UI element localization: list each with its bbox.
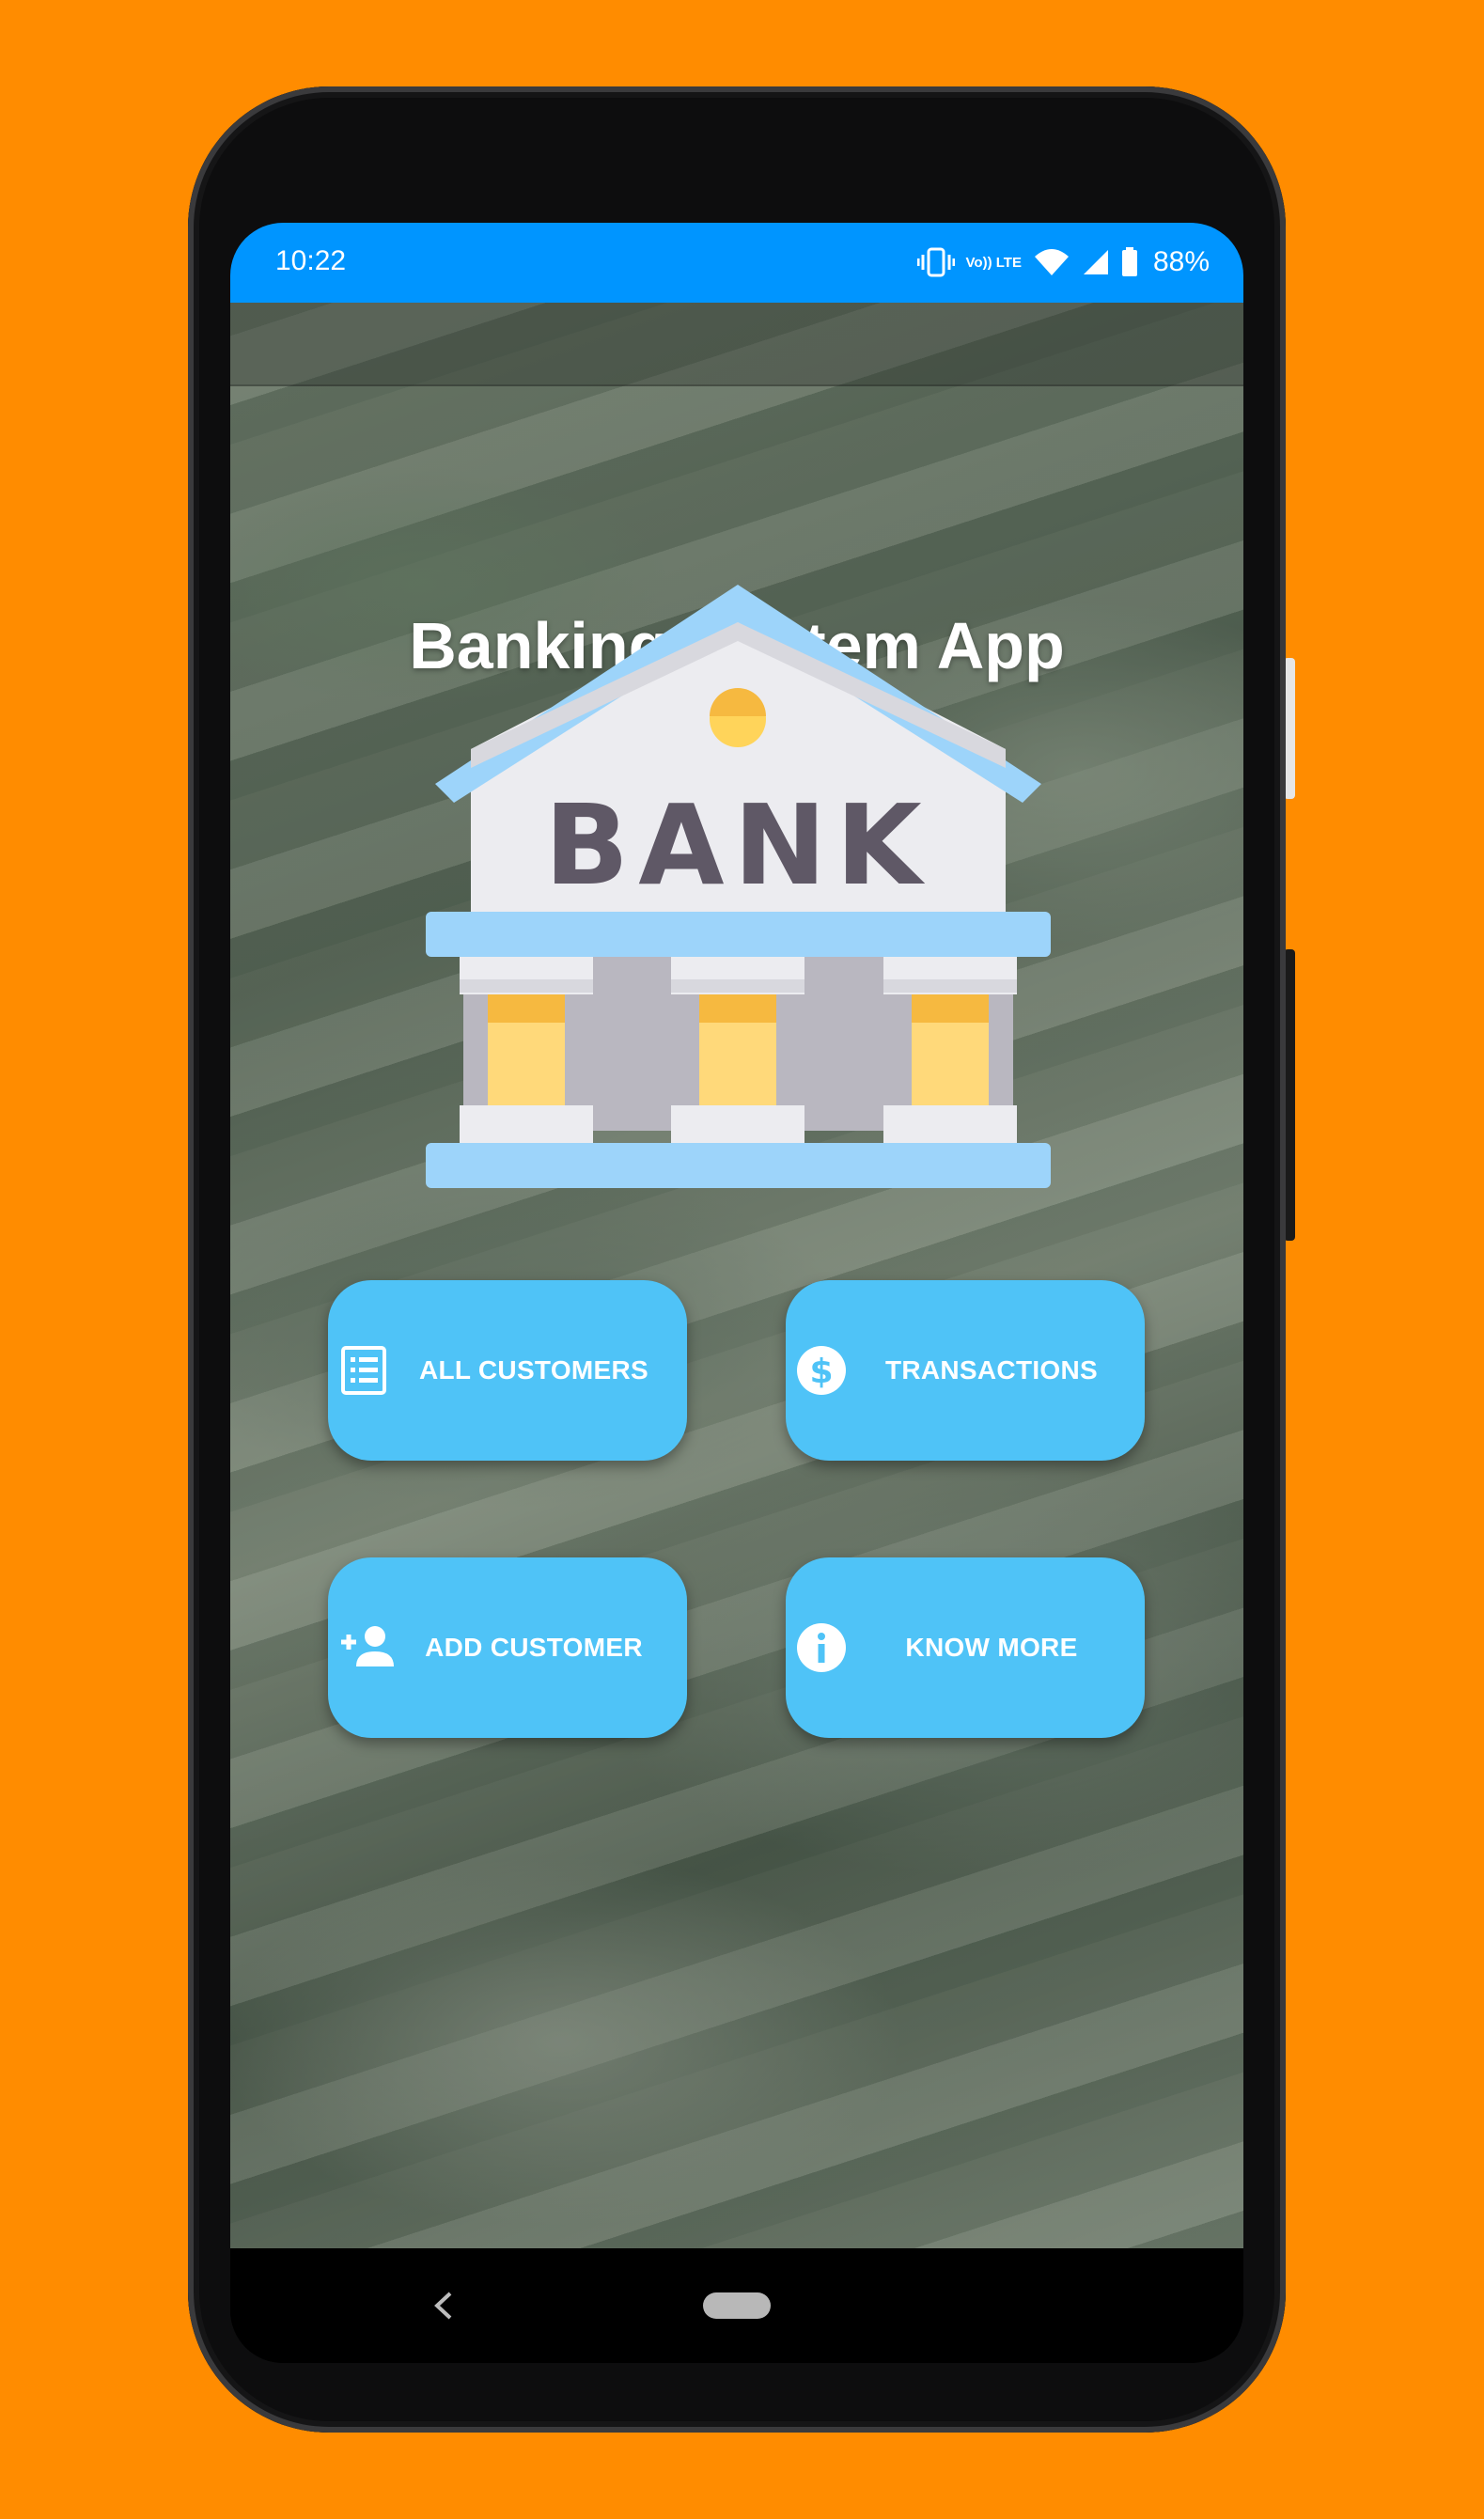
battery-percentage: 88% (1152, 246, 1210, 277)
signal-icon (1083, 250, 1108, 274)
phone-screen: 10:22 Vo)) LTE 88% Banking System App (230, 223, 1243, 2363)
add-person-icon (341, 1626, 394, 1666)
transactions-button[interactable]: $ TRANSACTIONS (786, 1280, 1145, 1461)
add-customer-label: ADD CUSTOMER (425, 1633, 643, 1662)
vibrate-icon (916, 247, 955, 277)
navigation-bar (230, 2248, 1243, 2363)
volte-icon: Vo)) LTE (965, 254, 1022, 271)
status-bar: 10:22 Vo)) LTE 88% (230, 223, 1243, 303)
home-pill[interactable] (703, 2292, 771, 2319)
battery-icon (1121, 247, 1137, 276)
svg-text:$: $ (809, 1353, 833, 1391)
info-icon (797, 1623, 846, 1672)
add-customer-button[interactable]: ADD CUSTOMER (328, 1557, 687, 1738)
transactions-label: TRANSACTIONS (884, 1355, 1099, 1385)
list-icon (341, 1346, 386, 1395)
logo-text: BANK (544, 780, 930, 910)
status-time: 10:22 (275, 245, 347, 276)
all-customers-button[interactable]: ALL CUSTOMERS (328, 1280, 687, 1461)
wifi-icon (1034, 249, 1069, 275)
status-icons: Vo)) LTE 88% (916, 240, 1210, 285)
know-more-button[interactable]: KNOW MORE (786, 1557, 1145, 1738)
dollar-icon: $ (797, 1346, 846, 1395)
know-more-label: KNOW MORE (905, 1633, 1078, 1662)
app-bar-shade (230, 303, 1243, 386)
bank-logo-icon: BANK (426, 585, 1051, 1188)
back-icon[interactable] (430, 2290, 458, 2322)
all-customers-label: ALL CUSTOMERS (419, 1355, 648, 1385)
